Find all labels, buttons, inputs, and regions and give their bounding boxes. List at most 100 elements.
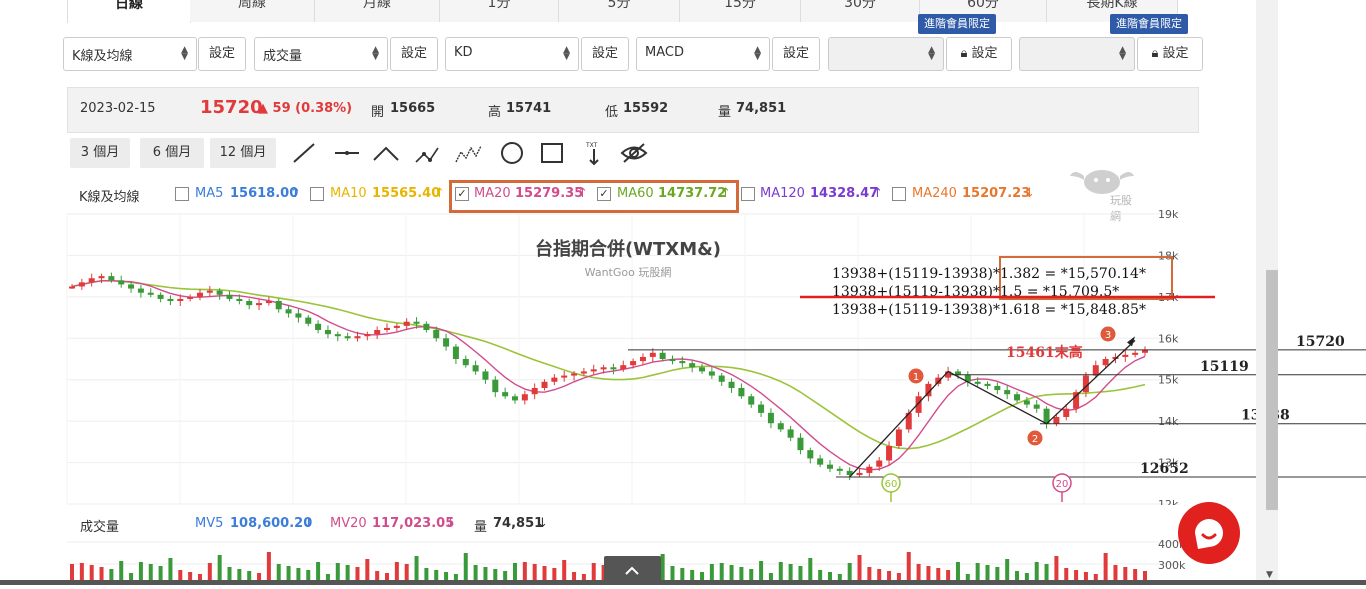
volume-bar [119,561,124,580]
ma-cross-marker-label: 60 [885,479,898,490]
candle-body [1063,408,1070,417]
volume-label: 量 [718,105,732,120]
tab-30min[interactable]: 30分 [801,0,920,22]
volume-bar [237,569,242,580]
volume-bar [424,568,429,580]
trendline-tool-icon[interactable] [290,140,318,166]
high-value: 15741 [506,101,552,116]
ma120-value: 14328.47 [810,186,879,201]
price-level-label: 12652 [1140,461,1189,477]
candle-body [216,290,223,295]
wave-pattern-tool-icon[interactable] [454,140,482,166]
volume-bar [434,570,439,580]
candle-body [226,294,233,299]
settings-button[interactable]: 設定 [390,37,438,71]
calc-annotation-line: 13938+(15119-13938)*1.382 = *15,570.14* [832,266,1146,282]
volume-bar [877,569,882,580]
settings-button[interactable]: 設定 [198,37,246,71]
candle-body [600,367,607,370]
candle-body [659,352,666,359]
volume-bar [129,573,134,580]
volume-bar [99,567,104,580]
abc-pattern-tool-icon[interactable] [414,140,442,166]
open-value: 15665 [390,101,436,116]
settings-button[interactable]: 設定 [772,37,820,71]
candle-body [876,460,883,467]
candle-body [492,379,499,393]
text-tool-icon[interactable]: TXT [580,140,608,166]
settings-button[interactable]: 設定 [581,37,629,71]
volume-bar [818,570,823,580]
updown-icon: ▲ ▼ [563,45,570,62]
volume-bar [719,563,724,580]
volume-bar [394,562,399,580]
ma5-value: 15618.00 [230,186,299,201]
circle-tool-icon[interactable] [498,140,526,166]
quote-price: 15720 [200,97,263,118]
updown-icon: ▲ ▼ [1119,45,1126,62]
tab-monthly[interactable]: 月線 [315,0,440,22]
candle-body [462,359,469,366]
volume-bar [768,573,773,580]
tab-5min[interactable]: 5分 [559,0,680,22]
candle-body [541,381,548,388]
premium-ribbon: 進階會員限定 [918,14,996,34]
candle-body [777,423,784,430]
indicator-select-kd[interactable]: KD ▲ ▼ [445,37,579,71]
rectangle-tool-icon[interactable] [538,140,566,166]
wantgoo-logo: 玩股網 [1066,166,1138,223]
candle-body [728,381,735,388]
scroll-down-arrow-icon[interactable]: ▼ [1266,570,1273,580]
range-3m-button[interactable]: 3 個月 [70,138,130,168]
volume-bar [749,569,754,580]
volume-bar [207,563,212,580]
volume-value: 74,851 [736,101,787,116]
indicator-select-main[interactable]: K線及均線 ▲ ▼ [63,37,197,71]
ma10-checkbox[interactable] [310,187,324,201]
tab-weekly[interactable]: 周線 [190,0,315,22]
candle-body [265,301,272,304]
candlestick-chart[interactable]: 19k18k17k16k15k14k13k12k台指期合併(WTXM&)Want… [0,205,1366,505]
candle-body [344,336,351,339]
locked-settings-button[interactable]: 🔒︎ 設定 [1137,37,1203,71]
ma5-checkbox[interactable] [175,187,189,201]
indicator-select-volume[interactable]: 成交量 ▲ ▼ [254,37,388,71]
volume-bar [1054,556,1059,580]
trend-line [849,370,949,478]
volume-bar [79,563,84,580]
candle-body [590,369,597,372]
volume-bar [1034,562,1039,580]
updown-icon: ▲ ▼ [754,45,761,62]
candle-body [886,446,893,461]
volume-bar [896,573,901,580]
scrollbar-thumb[interactable] [1266,270,1278,510]
volume-bar [542,566,547,580]
tab-1min[interactable]: 1分 [440,0,559,22]
angle-tool-icon[interactable] [372,140,400,166]
candle-body [472,365,479,372]
range-12m-button[interactable]: 12 個月 [210,138,276,168]
lock-icon: 🔒︎ [1151,46,1159,61]
volume-bar [798,566,803,580]
range-6m-button[interactable]: 6 個月 [140,138,204,168]
y-tick-label: 15k [1158,374,1179,387]
locked-settings-button[interactable]: 🔒︎ 設定 [946,37,1012,71]
candle-body [295,313,302,318]
candle-body [236,298,243,301]
ma120-checkbox[interactable] [741,187,755,201]
horizontal-line-tool-icon[interactable] [333,140,361,166]
volume-bar [709,564,714,580]
candle-body [649,352,656,357]
tab-15min[interactable]: 15分 [680,0,801,22]
ma240-checkbox[interactable] [892,187,906,201]
candle-body [620,365,627,370]
chat-button[interactable] [1178,502,1240,564]
volume-bar [552,568,557,580]
indicator-select-macd[interactable]: MACD ▲ ▼ [636,37,770,71]
candle-body [1122,354,1129,357]
candle-body [246,301,253,306]
hide-eye-icon[interactable] [620,140,648,166]
volume-bar [857,555,862,580]
tab-daily[interactable]: 日線 [67,0,191,23]
volume-bar [493,569,498,580]
